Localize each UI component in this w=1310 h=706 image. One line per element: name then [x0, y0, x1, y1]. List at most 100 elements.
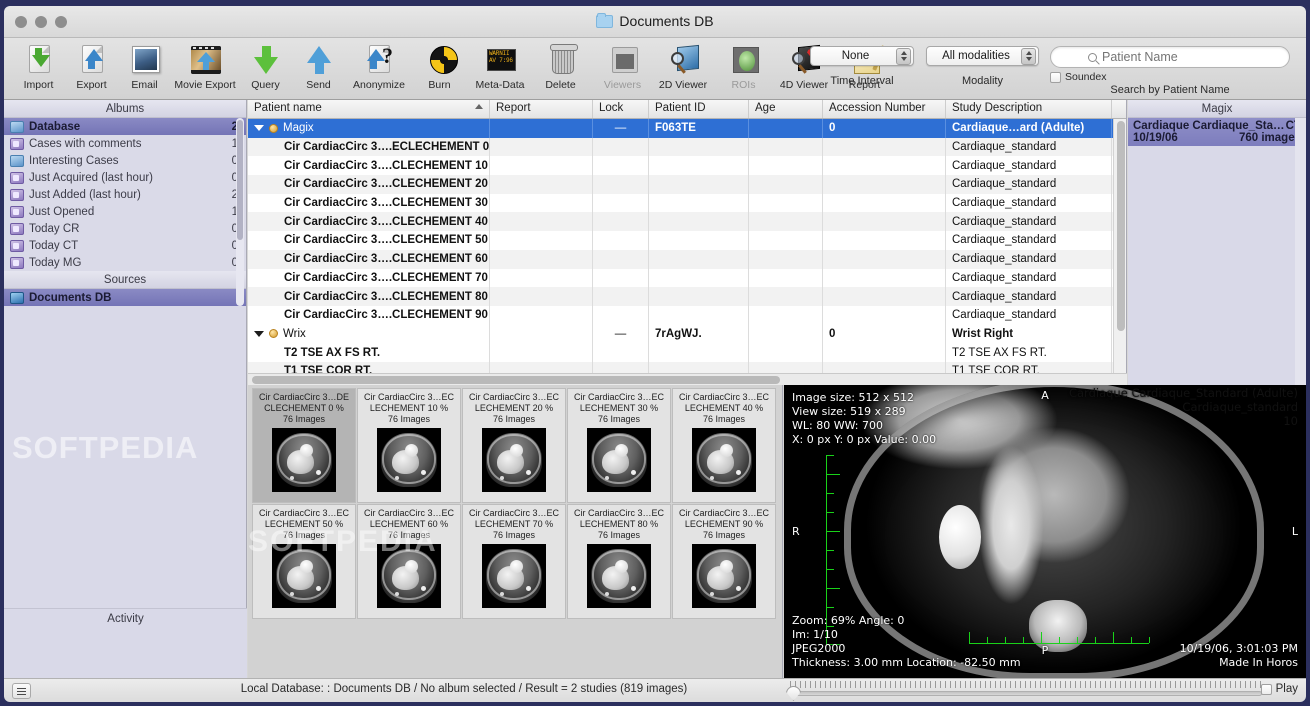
sidebar-source-documents-db[interactable]: Documents DB: [4, 289, 246, 306]
table-row[interactable]: Cir CardiacCirc 3….ECLECHEMENT 0 %Cardia…: [248, 138, 1126, 157]
sidebar-item-just-acquired-last-hour[interactable]: Just Acquired (last hour)0: [4, 169, 246, 186]
image-slider[interactable]: [786, 681, 1266, 701]
table-row[interactable]: Cir CardiacCirc 3….CLECHEMENT 60 %Cardia…: [248, 250, 1126, 269]
stepper-icon[interactable]: [896, 48, 911, 65]
thumbnail-item[interactable]: Cir CardiacCirc 3…ECLECHEMENT 40 %76 Ima…: [672, 388, 776, 503]
table-row[interactable]: Cir CardiacCirc 3….CLECHEMENT 70 %Cardia…: [248, 269, 1126, 288]
toolbar-button-burn[interactable]: Burn: [413, 40, 466, 91]
toolbar-button-anonymize[interactable]: ? Anonymize: [345, 40, 413, 91]
table-row[interactable]: Magix—F063TE0Cardiaque…ard (Adulte): [248, 119, 1126, 138]
thumbnail-label: Cir CardiacCirc 3…EC: [574, 508, 664, 519]
table-horizontal-scrollbar[interactable]: [248, 373, 1127, 385]
toolbar-label: Anonymize: [353, 79, 405, 91]
table-row[interactable]: Cir CardiacCirc 3….CLECHEMENT 30 %Cardia…: [248, 194, 1126, 213]
table-row[interactable]: Cir CardiacCirc 3….CLECHEMENT 10 %Cardia…: [248, 156, 1126, 175]
toolbar-button-delete[interactable]: Delete: [534, 40, 587, 91]
toolbar-button-2d-viewer[interactable]: 2D Viewer: [649, 40, 717, 91]
disclosure-triangle-icon[interactable]: [254, 331, 264, 337]
thumbnail-image: [692, 428, 756, 492]
toolbar-button-import[interactable]: Import: [12, 40, 65, 91]
search-field[interactable]: [1050, 46, 1290, 68]
sidebar-item-today-mg[interactable]: Today MG0: [4, 254, 246, 271]
thumbnail-image-count: 76 Images: [703, 414, 745, 425]
time-interval-dropdown[interactable]: None: [810, 46, 914, 66]
play-checkbox[interactable]: [1261, 684, 1272, 695]
column-header-age[interactable]: Age: [749, 100, 823, 118]
toolbar-button-meta-data[interactable]: WARNII AV 7:96 Meta-Data: [466, 40, 534, 91]
sidebar-item-cases-with-comments[interactable]: Cases with comments1: [4, 135, 246, 152]
viewer-overlay-bottom-left: Zoom: 69% Angle: 0 Im: 1/10 JPEG2000 Thi…: [792, 614, 1021, 670]
column-header-patient-id[interactable]: Patient ID: [649, 100, 749, 118]
cell-accession: [823, 250, 946, 269]
thumbnail-item[interactable]: Cir CardiacCirc 3…ECLECHEMENT 80 %76 Ima…: [567, 504, 671, 619]
2d-viewer-icon: [666, 43, 700, 77]
toolbar-button-email[interactable]: Email: [118, 40, 171, 91]
table-row[interactable]: Cir CardiacCirc 3….CLECHEMENT 90 %Cardia…: [248, 306, 1126, 325]
modality-label: Modality: [962, 75, 1003, 87]
cell-lock: [593, 194, 649, 213]
table-row[interactable]: T2 TSE AX FS RT.T2 TSE AX FS RT.: [248, 343, 1126, 362]
stepper-icon[interactable]: [1021, 48, 1036, 65]
sidebar-item-interesting-cases[interactable]: Interesting Cases0: [4, 152, 246, 169]
toolbar-button-viewers[interactable]: Viewers: [596, 40, 649, 91]
thumbnail-item[interactable]: Cir CardiacCirc 3…ECLECHEMENT 30 %76 Ima…: [567, 388, 671, 503]
thumbnail-item[interactable]: Cir CardiacCirc 3…DECLECHEMENT 0 %76 Ima…: [252, 388, 356, 503]
toolbar-button-rois[interactable]: ROIs: [717, 40, 770, 91]
viewer-overlay-bottom-right: 10/19/06, 3:01:03 PM Made In Horos: [1180, 642, 1298, 670]
column-header-accession-number[interactable]: Accession Number: [823, 100, 946, 118]
table-row[interactable]: Cir CardiacCirc 3….CLECHEMENT 40 %Cardia…: [248, 212, 1126, 231]
sidebar-item-today-cr[interactable]: Today CR0: [4, 220, 246, 237]
cell-patient-name: Cir CardiacCirc 3….CLECHEMENT 60 %: [248, 250, 490, 269]
soundex-checkbox-row[interactable]: Soundex: [1050, 71, 1106, 83]
sidebar-item-just-opened[interactable]: Just Opened1: [4, 203, 246, 220]
toolbar-label: Import: [24, 79, 54, 91]
study-panel-scrollbar[interactable]: [1295, 118, 1306, 385]
table-row[interactable]: Cir CardiacCirc 3….CLECHEMENT 50 %Cardia…: [248, 231, 1126, 250]
dicom-viewer[interactable]: Image size: 512 x 512 View size: 519 x 2…: [784, 385, 1306, 678]
cell-lock: [593, 306, 649, 325]
status-text: Local Database: : Documents DB / No albu…: [154, 683, 774, 695]
cell-patient-id: 7rAgWJ.: [649, 325, 749, 344]
disclosure-triangle-icon[interactable]: [254, 125, 264, 131]
cell-patient-id: [649, 156, 749, 175]
sidebar-scrollbar[interactable]: [236, 118, 244, 306]
smart-album-icon: [10, 206, 24, 218]
slider-track[interactable]: [790, 691, 1262, 696]
table-row[interactable]: Wrix—7rAgWJ.0Wrist Right: [248, 325, 1126, 344]
soundex-checkbox[interactable]: [1050, 72, 1061, 83]
patient-name-text: Magix: [283, 122, 314, 134]
table-row[interactable]: Cir CardiacCirc 3….CLECHEMENT 80 %Cardia…: [248, 287, 1126, 306]
cell-age: [749, 343, 823, 362]
cell-patient-name: Cir CardiacCirc 3….CLECHEMENT 90 %: [248, 306, 490, 325]
play-checkbox-row[interactable]: Play: [1261, 683, 1298, 695]
toolbar-button-export[interactable]: Export: [65, 40, 118, 91]
column-header-lock[interactable]: Lock: [593, 100, 649, 118]
thumbnail-item[interactable]: Cir CardiacCirc 3…ECLECHEMENT 10 %76 Ima…: [357, 388, 461, 503]
thumbnail-item[interactable]: Cir CardiacCirc 3…ECLECHEMENT 90 %76 Ima…: [672, 504, 776, 619]
sidebar-item-database[interactable]: Database2: [4, 118, 246, 135]
thumbnail-label: Cir CardiacCirc 3…EC: [364, 392, 454, 403]
cell-patient-name: T2 TSE AX FS RT.: [248, 343, 490, 362]
toolbar-button-movie-export[interactable]: Movie Export: [171, 40, 239, 91]
toolbar-button-query[interactable]: Query: [239, 40, 292, 91]
table-row[interactable]: Cir CardiacCirc 3….CLECHEMENT 20 %Cardia…: [248, 175, 1126, 194]
sidebar-item-today-ct[interactable]: Today CT0: [4, 237, 246, 254]
cell-study-description: Cardiaque_standard: [946, 287, 1112, 306]
table-vertical-scrollbar[interactable]: [1113, 119, 1126, 373]
menu-button[interactable]: [12, 683, 31, 699]
thumbnail-item[interactable]: Cir CardiacCirc 3…ECLECHEMENT 50 %76 Ima…: [252, 504, 356, 619]
column-header-report[interactable]: Report: [490, 100, 593, 118]
column-header-study-description[interactable]: Study Description: [946, 100, 1112, 118]
thumbnail-label: LECHEMENT 30 %: [580, 403, 658, 414]
sources-list: Documents DB: [4, 289, 246, 306]
thumbnail-item[interactable]: Cir CardiacCirc 3…ECLECHEMENT 20 %76 Ima…: [462, 388, 566, 503]
modality-dropdown[interactable]: All modalities: [926, 46, 1039, 66]
sidebar-item-just-added-last-hour[interactable]: Just Added (last hour)2: [4, 186, 246, 203]
search-input[interactable]: [1102, 50, 1252, 64]
toolbar-button-send[interactable]: Send: [292, 40, 345, 91]
thumbnail-item[interactable]: Cir CardiacCirc 3…ECLECHEMENT 70 %76 Ima…: [462, 504, 566, 619]
column-header-patient-name[interactable]: Patient name: [248, 100, 490, 118]
study-panel-row[interactable]: Cardiaque Cardiaque_Sta…CT10/19/06760 im…: [1128, 118, 1306, 146]
slider-knob[interactable]: [786, 686, 801, 701]
thumbnail-item[interactable]: Cir CardiacCirc 3…ECLECHEMENT 60 %76 Ima…: [357, 504, 461, 619]
